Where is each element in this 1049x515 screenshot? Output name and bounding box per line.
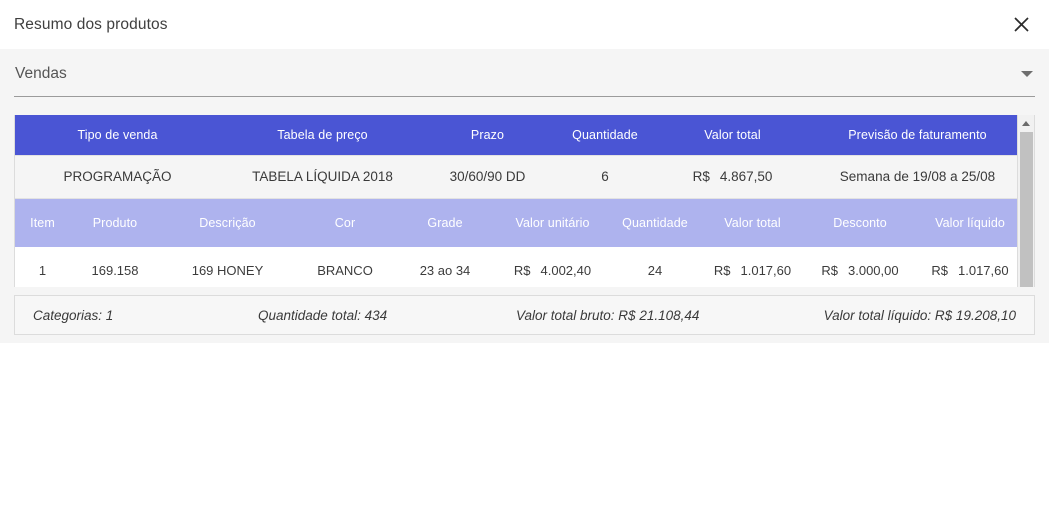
filter-section: Vendas bbox=[0, 49, 1049, 107]
cell-descricao: 169 HONEY bbox=[160, 246, 295, 287]
column-header-valor-unitario[interactable]: Valor unitário bbox=[495, 198, 610, 247]
currency-symbol: R$ bbox=[513, 263, 531, 279]
currency-symbol: R$ bbox=[713, 263, 731, 279]
summary-valor-total-liquido: Valor total líquido: R$ 19.208,10 bbox=[823, 307, 1016, 323]
scrollbar-track[interactable] bbox=[1018, 132, 1035, 287]
currency-amount: 3.000,00 bbox=[848, 263, 899, 279]
scrollbar-thumb[interactable] bbox=[1019, 132, 1033, 287]
column-header-grade[interactable]: Grade bbox=[395, 198, 495, 247]
cell-previsao-faturamento: Semana de 19/08 a 25/08 bbox=[805, 154, 1017, 199]
grid-main-table: Tipo de venda Tabela de preço Prazo Quan… bbox=[15, 115, 1017, 199]
cell-detail-valor-total: R$ 1.017,60 bbox=[700, 246, 805, 287]
column-header-cor[interactable]: Cor bbox=[295, 198, 395, 247]
currency-symbol: R$ bbox=[692, 169, 710, 184]
summary-categorias: Categorias: 1 bbox=[33, 307, 114, 323]
page-title: Resumo dos produtos bbox=[14, 15, 168, 33]
cell-valor-total: R$ 4.867,50 bbox=[660, 154, 805, 199]
vertical-scrollbar[interactable] bbox=[1017, 115, 1034, 287]
grid-scroll-viewport: Tipo de venda Tabela de preço Prazo Quan… bbox=[15, 115, 1017, 287]
currency-amount: 1.017,60 bbox=[740, 263, 792, 279]
close-icon[interactable] bbox=[1007, 10, 1035, 38]
summary-quantidade-total: Quantidade total: 434 bbox=[258, 307, 388, 323]
dialog-titlebar: Resumo dos produtos bbox=[0, 0, 1049, 49]
cell-valor-unitario: R$ 4.002,40 bbox=[495, 246, 610, 287]
grid-detail-body: 1 169.158 169 HONEY BRANCO 23 ao 34 R$ 4… bbox=[15, 246, 1017, 287]
currency-symbol: R$ bbox=[821, 263, 838, 279]
cell-prazo: 30/60/90 DD bbox=[425, 154, 550, 199]
dialog-bottom-padding bbox=[0, 343, 1049, 515]
grid-detail-header-row: Item Produto Descrição Cor Grade Valor u… bbox=[15, 198, 1017, 247]
sale-type-select-value: Vendas bbox=[15, 65, 67, 82]
cell-item: 1 bbox=[15, 246, 70, 287]
column-header-produto[interactable]: Produto bbox=[70, 198, 160, 247]
column-header-valor-liquido[interactable]: Valor líquido bbox=[915, 198, 1017, 247]
sale-type-select[interactable]: Vendas bbox=[14, 63, 1035, 97]
column-header-detail-quantidade[interactable]: Quantidade bbox=[610, 198, 700, 247]
grid-header-row: Tipo de venda Tabela de preço Prazo Quan… bbox=[15, 115, 1017, 155]
summary-footer-bar: Categorias: 1 Quantidade total: 434 Valo… bbox=[14, 295, 1035, 335]
cell-tipo-de-venda: PROGRAMAÇÃO bbox=[15, 154, 220, 199]
chevron-down-icon[interactable] bbox=[1021, 71, 1033, 77]
product-summary-dialog: Resumo dos produtos Vendas Tipo de venda… bbox=[0, 0, 1049, 515]
currency-symbol: R$ bbox=[931, 263, 948, 279]
cell-valor-liquido: R$ 1.017,60 bbox=[915, 246, 1017, 287]
summary-valor-total-bruto: Valor total bruto: R$ 21.108,44 bbox=[516, 307, 700, 323]
column-header-quantidade[interactable]: Quantidade bbox=[550, 115, 660, 155]
cell-produto: 169.158 bbox=[70, 246, 160, 287]
currency-amount: 4.002,40 bbox=[540, 263, 592, 279]
table-row[interactable]: PROGRAMAÇÃO TABELA LÍQUIDA 2018 30/60/90… bbox=[15, 154, 1017, 199]
currency-amount: 4.867,50 bbox=[719, 169, 773, 184]
column-header-item[interactable]: Item bbox=[15, 198, 70, 247]
grid-detail-table: Item Produto Descrição Cor Grade Valor u… bbox=[15, 198, 1017, 287]
column-header-valor-total[interactable]: Valor total bbox=[660, 115, 805, 155]
cell-cor: BRANCO bbox=[295, 246, 395, 287]
cell-desconto: R$ 3.000,00 bbox=[805, 246, 915, 287]
cell-quantidade: 6 bbox=[550, 154, 660, 199]
summary-footer-section: Categorias: 1 Quantidade total: 434 Valo… bbox=[0, 287, 1049, 343]
column-header-tabela-de-preco[interactable]: Tabela de preço bbox=[220, 115, 425, 155]
table-row[interactable]: 1 169.158 169 HONEY BRANCO 23 ao 34 R$ 4… bbox=[15, 246, 1017, 287]
column-header-desconto[interactable]: Desconto bbox=[805, 198, 915, 247]
scroll-up-arrow-icon[interactable] bbox=[1018, 115, 1035, 132]
cell-grade: 23 ao 34 bbox=[395, 246, 495, 287]
grid-section: Tipo de venda Tabela de preço Prazo Quan… bbox=[0, 107, 1049, 287]
cell-tabela-de-preco: TABELA LÍQUIDA 2018 bbox=[220, 154, 425, 199]
currency-amount: 1.017,60 bbox=[958, 263, 1009, 279]
column-header-previsao-faturamento[interactable]: Previsão de faturamento bbox=[805, 115, 1017, 155]
column-header-tipo-de-venda[interactable]: Tipo de venda bbox=[15, 115, 220, 155]
products-grid: Tipo de venda Tabela de preço Prazo Quan… bbox=[14, 115, 1035, 287]
column-header-descricao[interactable]: Descrição bbox=[160, 198, 295, 247]
column-header-detail-valor-total[interactable]: Valor total bbox=[700, 198, 805, 247]
column-header-prazo[interactable]: Prazo bbox=[425, 115, 550, 155]
cell-detail-quantidade: 24 bbox=[610, 246, 700, 287]
